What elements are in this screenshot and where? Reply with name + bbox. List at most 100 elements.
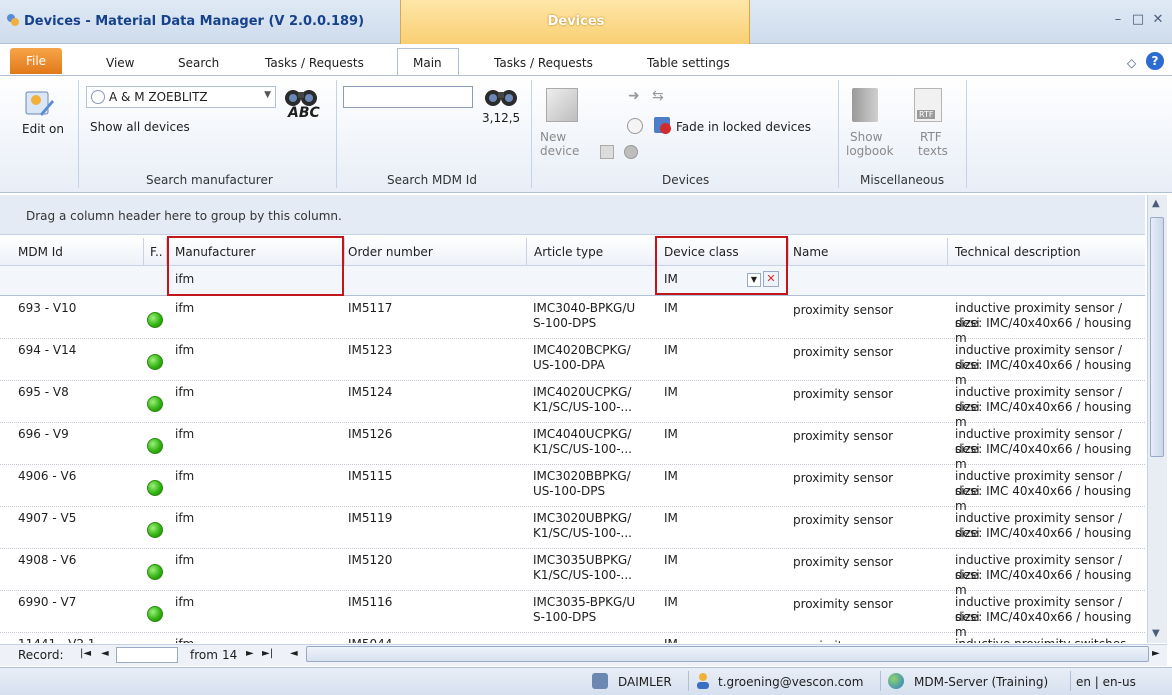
- scroll-up-icon[interactable]: ▲: [1152, 198, 1160, 209]
- rtf-texts-line1: RTF: [920, 130, 942, 144]
- cell-order-number: IM5120: [348, 553, 393, 567]
- table-row[interactable]: 11441 - V2.1 ifm IM5044 IM proximity sensor i…: [0, 633, 1145, 643]
- record-number-input[interactable]: [116, 647, 178, 663]
- cell-article-type-line2: S-100-DPS: [533, 316, 597, 330]
- cell-article-type-line2: K1/SC/US-100-...: [533, 442, 632, 456]
- server-name: MDM-Server (Training): [914, 675, 1049, 689]
- vertical-scroll-thumb[interactable]: [1150, 217, 1164, 457]
- cell-device-class: IM: [664, 427, 678, 441]
- group-divider: [336, 80, 337, 188]
- user-email: t.groening@vescon.com: [718, 675, 864, 689]
- tab-table-settings[interactable]: Table settings: [647, 52, 730, 74]
- cell-manufacturer: ifm: [175, 301, 195, 315]
- column-divider[interactable]: [526, 238, 527, 265]
- horizontal-scrollbar[interactable]: [306, 646, 1149, 662]
- mdm-id-input[interactable]: [343, 86, 473, 108]
- table-row[interactable]: 695 - V8 ifm IM5124 IMC4020UCPKG/K1/SC/US-1…: [0, 381, 1145, 429]
- help-icon[interactable]: ?: [1146, 52, 1164, 70]
- cell-manufacturer: ifm: [175, 343, 195, 357]
- new-device-label-line1: New: [540, 130, 567, 144]
- new-device-button[interactable]: New device: [540, 88, 590, 168]
- manufacturer-combo[interactable]: A & M ZOEBLITZ ▼: [86, 86, 276, 108]
- cell-article-type-line2: K1/SC/US-100-...: [533, 568, 632, 582]
- column-header-flag[interactable]: F..: [150, 245, 163, 259]
- table-row[interactable]: 6990 - V7 ifm IM5116 IMC3035-BPKG/U S-100-DP…: [0, 591, 1145, 639]
- previous-record-button[interactable]: ◄: [101, 648, 109, 659]
- cell-mdm-id: 4908 - V6: [18, 553, 77, 567]
- collapse-ribbon-icon[interactable]: ◇: [1127, 56, 1136, 70]
- edit-on-button[interactable]: Edit on: [18, 88, 68, 154]
- cell-order-number: IM5116: [348, 595, 393, 609]
- binoculars-abc-button[interactable]: ABC: [284, 86, 324, 126]
- scroll-down-icon[interactable]: ▼: [1152, 628, 1160, 639]
- user-icon: [696, 673, 710, 689]
- last-record-button[interactable]: ►|: [262, 648, 273, 659]
- show-logbook-button[interactable]: Show logbook: [846, 88, 894, 168]
- table-row[interactable]: 4908 - V6 ifm IM5120 IMC3035UBPKG/K1/SC/US-…: [0, 549, 1145, 597]
- grid-rows: 693 - V10 ifm IM5117 IMC3040-BPKG/U S-100-DP…: [0, 297, 1145, 643]
- tab-context-tasks-requests[interactable]: Tasks / Requests: [494, 52, 593, 74]
- cell-name: proximity sensor: [793, 471, 894, 485]
- globe-icon[interactable]: [624, 145, 638, 159]
- horizontal-scroll-right-icon[interactable]: ►: [1152, 648, 1160, 659]
- column-divider[interactable]: [947, 238, 948, 265]
- cell-manufacturer: ifm: [175, 553, 195, 567]
- manufacturer-highlight-box: [167, 236, 344, 296]
- table-row[interactable]: 696 - V9 ifm IM5126 IMC4040UCPKG/K1/SC/US-1…: [0, 423, 1145, 471]
- tab-main[interactable]: Main: [413, 52, 442, 74]
- maximize-button[interactable]: □: [1130, 12, 1146, 28]
- binoculars-mdm-button[interactable]: 3,12,5: [478, 86, 528, 126]
- tab-view[interactable]: View: [106, 52, 134, 74]
- status-divider: [688, 671, 689, 691]
- table-row[interactable]: 694 - V14 ifm IM5123 IMC4020BCPKG/US-100-DP…: [0, 339, 1145, 387]
- cell-article-type-line1: IMC4020UCPKG/: [533, 385, 632, 399]
- chevron-down-icon: ▼: [264, 90, 271, 100]
- rtf-icon-label: RTF: [917, 110, 936, 119]
- first-record-button[interactable]: |◄: [80, 648, 91, 659]
- arrow-right-icon[interactable]: ➜: [628, 88, 640, 104]
- rtf-texts-button[interactable]: RTF RTF texts: [914, 88, 954, 168]
- cell-mdm-id: 11441 - V2.1: [18, 637, 95, 643]
- status-dot-icon: [147, 396, 163, 412]
- device-box-icon: [546, 88, 578, 122]
- cell-device-class: IM: [664, 553, 678, 567]
- table-row[interactable]: 4906 - V6 ifm IM5115 IMC3020BBPKG/US-100-DP…: [0, 465, 1145, 513]
- cell-mdm-id: 695 - V8: [18, 385, 69, 399]
- show-all-devices-link[interactable]: Show all devices: [90, 120, 190, 134]
- cell-order-number: IM5126: [348, 427, 393, 441]
- show-logbook-line2: logbook: [846, 144, 894, 158]
- small-device-icon[interactable]: [600, 145, 614, 159]
- minimize-button[interactable]: –: [1110, 12, 1126, 28]
- status-dot-icon: [147, 480, 163, 496]
- fade-locked-devices-label[interactable]: Fade in locked devices: [676, 120, 811, 134]
- cell-device-class: IM: [664, 595, 678, 609]
- status-divider: [1070, 671, 1071, 691]
- tab-search[interactable]: Search: [178, 52, 219, 74]
- close-button[interactable]: ✕: [1150, 12, 1166, 28]
- column-divider[interactable]: [788, 238, 789, 265]
- column-divider[interactable]: [344, 238, 345, 265]
- column-divider[interactable]: [143, 238, 144, 265]
- column-header-mdm-id[interactable]: MDM Id: [18, 245, 63, 259]
- tab-file[interactable]: File: [10, 48, 62, 74]
- cell-manufacturer: ifm: [175, 469, 195, 483]
- next-record-button[interactable]: ►: [246, 648, 254, 659]
- table-row[interactable]: 693 - V10 ifm IM5117 IMC3040-BPKG/U S-100-DP…: [0, 297, 1145, 345]
- column-header-article-type[interactable]: Article type: [534, 245, 603, 259]
- column-header-technical-description[interactable]: Technical description: [955, 245, 1081, 259]
- clock-icon[interactable]: [627, 118, 643, 134]
- cell-name: proximity sensor: [793, 345, 894, 359]
- arrows-swap-icon[interactable]: ⇆: [652, 88, 664, 104]
- table-row[interactable]: 4907 - V5 ifm IM5119 IMC3020UBPKG/K1/SC/US-…: [0, 507, 1145, 549]
- company-name: DAIMLER: [618, 675, 672, 689]
- column-header-name[interactable]: Name: [793, 245, 828, 259]
- column-header-order-number[interactable]: Order number: [348, 245, 433, 259]
- manufacturer-combo-value: A & M ZOEBLITZ: [109, 90, 208, 104]
- cell-article-type-line1: IMC3035UBPKG/: [533, 553, 632, 567]
- cell-device-class: IM: [664, 343, 678, 357]
- tab-tasks-requests[interactable]: Tasks / Requests: [265, 52, 364, 74]
- cell-order-number: IM5115: [348, 469, 393, 483]
- cell-name: proximity sensor: [793, 303, 894, 317]
- horizontal-scroll-left-icon[interactable]: ◄: [290, 648, 298, 659]
- cell-manufacturer: ifm: [175, 595, 195, 609]
